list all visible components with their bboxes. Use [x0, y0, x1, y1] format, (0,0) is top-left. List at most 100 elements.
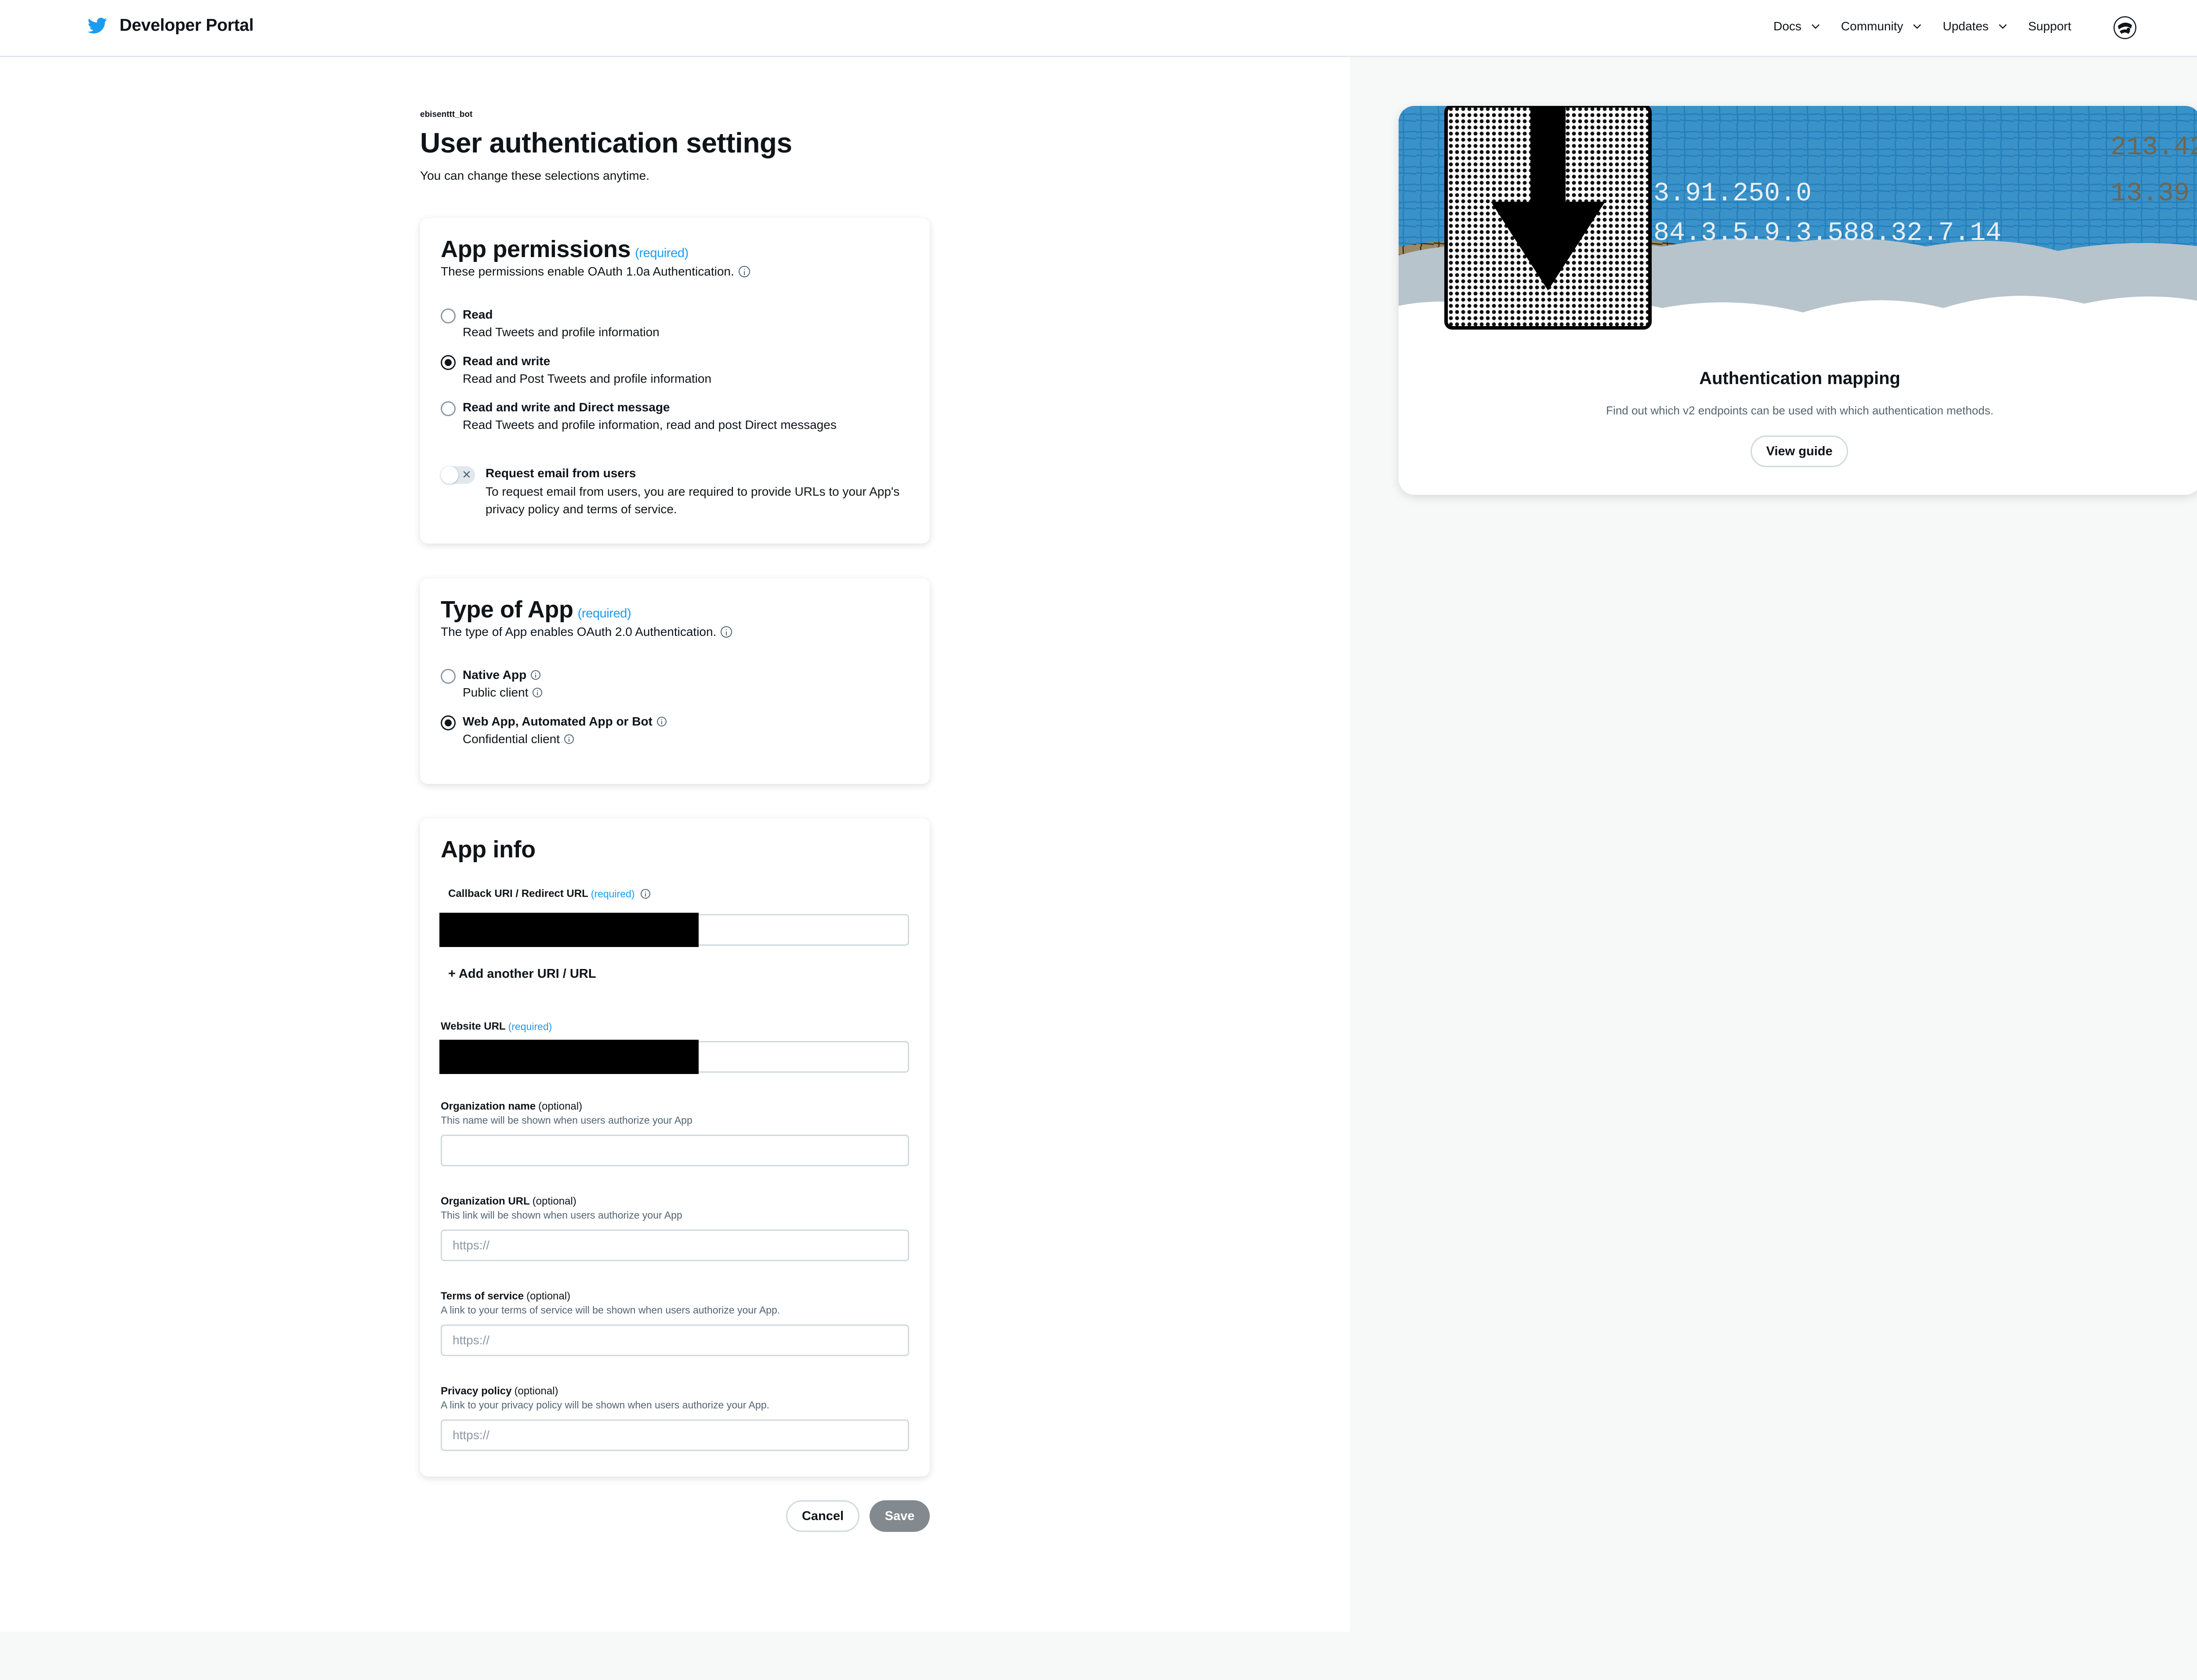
website-url-label: Website URL (required): [441, 1020, 552, 1033]
twitter-bird-icon: [88, 18, 107, 34]
promo-description: Find out which v2 endpoints can be used …: [1606, 404, 1994, 417]
info-icon[interactable]: [738, 266, 750, 277]
info-icon[interactable]: [656, 717, 667, 726]
privacy-policy-label: Privacy policy (optional): [441, 1385, 558, 1397]
native-app-desc: Public client: [463, 686, 543, 700]
radio-read[interactable]: [441, 308, 456, 323]
app-permissions-description: These permissions enable OAuth 1.0a Auth…: [441, 265, 750, 279]
header-nav: Docs Community Updates Support: [1773, 19, 2092, 33]
request-email-toggle[interactable]: ✕: [441, 466, 475, 484]
organization-url-input[interactable]: [441, 1230, 909, 1261]
organization-name-help: This name will be shown when users autho…: [441, 1114, 692, 1126]
native-app-label-text: Native App: [463, 668, 527, 682]
nav-updates[interactable]: Updates: [1943, 19, 2008, 33]
permission-read-write-dm-label: Read and write and Direct message: [463, 400, 670, 414]
organization-name-input[interactable]: [441, 1135, 909, 1166]
type-of-app-card: Type of App (required) The type of App en…: [420, 578, 930, 784]
required-tag: (required): [591, 888, 635, 900]
permission-read-write-dm-desc: Read Tweets and profile information, rea…: [463, 418, 837, 432]
organization-url-label-text: Organization URL: [441, 1195, 530, 1207]
brand-title: Developer Portal: [120, 16, 254, 35]
nav-docs-label: Docs: [1773, 19, 1802, 33]
nav-updates-label: Updates: [1943, 19, 1989, 33]
type-of-app-description: The type of App enables OAuth 2.0 Authen…: [441, 625, 732, 639]
organization-name-label-text: Organization name: [441, 1100, 536, 1112]
redacted-value: [439, 1040, 699, 1074]
callback-url-label: Callback URI / Redirect URL (required): [448, 888, 651, 900]
radio-native-app[interactable]: [441, 669, 456, 684]
organization-url-help: This link will be shown when users autho…: [441, 1209, 682, 1221]
required-tag: (required): [508, 1020, 552, 1032]
nav-support[interactable]: Support: [2028, 19, 2071, 33]
privacy-policy-help: A link to your privacy policy will be sh…: [441, 1399, 769, 1411]
promo-art-text: 13.39: [2110, 179, 2190, 209]
privacy-policy-input[interactable]: [441, 1419, 909, 1451]
authentication-mapping-card: 3.91.250.0 84.3.5.9.3.588.32.7.14 213.42…: [1399, 106, 2197, 495]
type-of-app-desc-text: The type of App enables OAuth 2.0 Authen…: [441, 625, 717, 639]
permission-option-read[interactable]: Read Read Tweets and profile information: [441, 308, 660, 339]
app-permissions-desc-text: These permissions enable OAuth 1.0a Auth…: [441, 265, 734, 278]
optional-tag: (optional): [532, 1195, 576, 1207]
nav-community[interactable]: Community: [1841, 19, 1923, 33]
info-icon[interactable]: [531, 670, 541, 680]
terms-of-service-help: A link to your terms of service will be …: [441, 1304, 780, 1316]
promo-art-text: 84.3.5.9.3.588.32.7.14: [1653, 218, 2001, 248]
brand[interactable]: Developer Portal: [88, 16, 254, 35]
permission-read-write-desc: Read and Post Tweets and profile informa…: [463, 372, 712, 385]
terms-of-service-label-text: Terms of service: [441, 1290, 524, 1302]
permission-read-write-label: Read and write: [463, 354, 551, 368]
save-button[interactable]: Save: [870, 1500, 930, 1532]
footer-strip: [0, 1632, 2197, 1680]
radio-read-write-dm[interactable]: [441, 401, 456, 416]
promo-title: Authentication mapping: [1699, 369, 1900, 388]
app-permissions-title: App permissions (required): [441, 236, 689, 263]
app-name-breadcrumb: ebisenttt_bot: [420, 110, 473, 119]
terms-of-service-input[interactable]: [441, 1324, 909, 1356]
info-icon[interactable]: [721, 626, 732, 638]
permission-option-read-write-dm[interactable]: Read and write and Direct message Read T…: [441, 400, 837, 432]
web-app-label: Web App, Automated App or Bot: [463, 715, 667, 729]
page-subtitle: You can change these selections anytime.: [420, 169, 649, 182]
promo-art-text: 3.91.250.0: [1653, 179, 1812, 209]
radio-web-app[interactable]: [441, 715, 456, 730]
organization-url-label: Organization URL (optional): [441, 1195, 576, 1208]
cancel-button[interactable]: Cancel: [786, 1500, 859, 1532]
user-avatar[interactable]: [2114, 16, 2136, 39]
chevron-down-icon: [1913, 24, 1921, 29]
permission-option-read-write[interactable]: Read and write Read and Post Tweets and …: [441, 354, 711, 386]
nav-community-label: Community: [1841, 19, 1903, 33]
optional-tag: (optional): [538, 1100, 583, 1112]
radio-read-write[interactable]: [441, 355, 456, 370]
callback-url-label-text: Callback URI / Redirect URL: [448, 888, 588, 900]
add-another-uri-link[interactable]: + Add another URI / URL: [448, 967, 596, 981]
top-navigation-bar: Developer Portal Docs Community Updates …: [0, 0, 2197, 57]
app-permissions-card: App permissions (required) These permissi…: [420, 218, 930, 544]
request-email-desc: To request email from users, you are req…: [486, 485, 900, 516]
chevron-down-icon: [1998, 24, 2007, 29]
nav-docs[interactable]: Docs: [1773, 19, 1821, 33]
nav-support-label: Support: [2028, 19, 2071, 33]
redacted-value: [439, 913, 699, 947]
permission-read-label: Read: [463, 308, 493, 321]
type-of-app-heading: Type of App: [441, 596, 573, 623]
app-type-option-native[interactable]: Native App Public client: [441, 668, 543, 700]
required-tag: (required): [635, 246, 689, 260]
request-email-label: Request email from users: [486, 466, 636, 480]
info-icon[interactable]: [533, 688, 543, 697]
info-icon[interactable]: [641, 889, 651, 899]
native-app-desc-text: Public client: [463, 686, 529, 699]
web-app-desc-text: Confidential client: [463, 732, 560, 746]
app-type-option-web-app[interactable]: Web App, Automated App or Bot Confidenti…: [441, 715, 667, 746]
privacy-policy-label-text: Privacy policy: [441, 1385, 512, 1397]
optional-tag: (optional): [514, 1385, 558, 1397]
avatar-image: [2114, 16, 2136, 39]
toggle-knob: [441, 466, 458, 484]
type-of-app-title: Type of App (required): [441, 596, 631, 623]
close-icon: ✕: [462, 468, 471, 481]
info-icon[interactable]: [564, 734, 574, 744]
website-url-label-text: Website URL: [441, 1020, 506, 1032]
required-tag: (required): [577, 606, 631, 620]
view-guide-button[interactable]: View guide: [1751, 435, 1848, 467]
promo-art-text: 213.42: [2110, 133, 2197, 163]
app-info-card: App info Callback URI / Redirect URL (re…: [420, 818, 930, 1477]
